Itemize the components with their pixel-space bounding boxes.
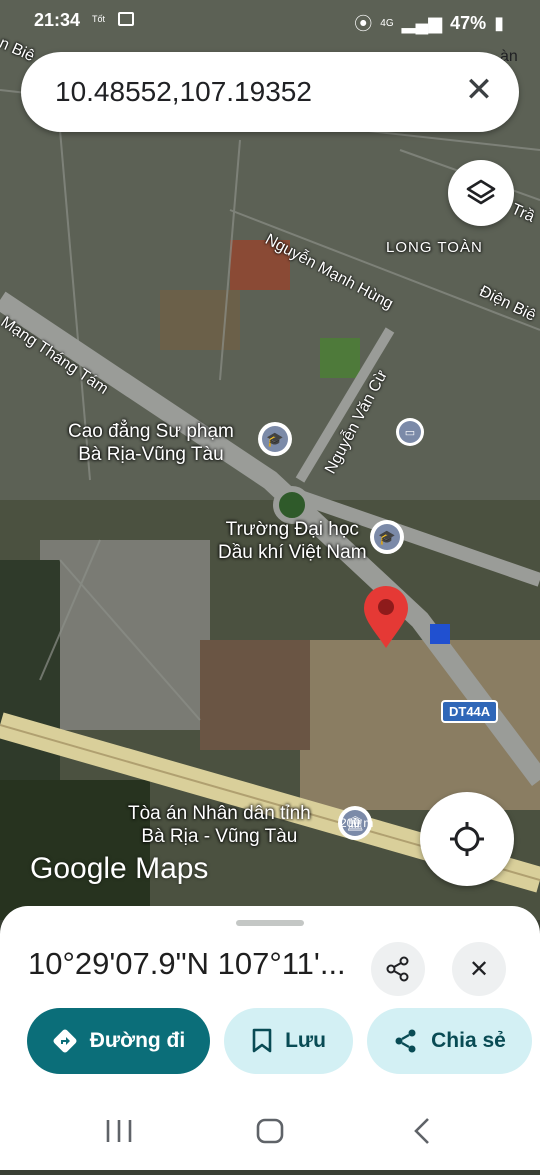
directions-button[interactable]: Đường đi: [27, 1008, 210, 1074]
highway-shield: DT44A: [441, 700, 499, 723]
bus-icon[interactable]: ▭: [396, 418, 424, 446]
close-icon: ✕: [468, 955, 490, 983]
district-label: LONG TOÀN: [386, 239, 483, 256]
my-location-icon: [450, 822, 484, 856]
save-label: Lưu: [285, 1029, 326, 1052]
battery-icon: ▮: [494, 12, 504, 33]
search-query[interactable]: 10.48552,107.19352: [55, 76, 312, 108]
gallery-icon: [118, 12, 134, 26]
search-bar[interactable]: 10.48552,107.19352 ✕: [21, 52, 519, 132]
share-icon: [395, 1029, 416, 1053]
university-label[interactable]: Trường Đại học Dầu khí Việt Nam: [218, 518, 367, 564]
school-icon[interactable]: 🎓: [370, 520, 404, 554]
close-sheet-button[interactable]: ✕: [452, 942, 506, 996]
network-type: 4G: [380, 17, 394, 29]
layers-icon: [466, 179, 496, 205]
directions-label: Đường đi: [89, 1029, 186, 1052]
bookmark-icon: [252, 1028, 272, 1053]
share-button[interactable]: Chia sẻ: [367, 1008, 532, 1074]
system-nav-bar: [0, 1090, 540, 1170]
my-location-button[interactable]: [420, 792, 514, 886]
close-icon[interactable]: ✕: [461, 70, 497, 110]
share-icon: [386, 956, 409, 982]
recent-apps-icon[interactable]: [106, 1120, 132, 1142]
save-button[interactable]: Lưu: [224, 1008, 353, 1074]
layers-button[interactable]: [448, 160, 514, 226]
status-time: 21:34: [34, 10, 81, 30]
google-maps-logo: Google Maps: [30, 852, 209, 885]
battery-level: 47%: [450, 12, 487, 33]
back-icon[interactable]: [414, 1118, 429, 1144]
share-small-button[interactable]: [371, 942, 425, 996]
home-icon[interactable]: [256, 1118, 284, 1144]
drag-handle[interactable]: [236, 920, 304, 926]
school-icon[interactable]: 🎓: [258, 422, 292, 456]
map-view[interactable]: Cao đẳng Sư phạm Bà Rịa-Vũng Tàu 🎓 Trường…: [0, 0, 540, 920]
status-carrier: Tốt: [92, 14, 106, 24]
coordinates-title: 10°29'07.9"N 107°11'...: [28, 946, 346, 981]
location-icon: ⦿: [354, 14, 373, 34]
signal-icon: ▂▄▆: [401, 12, 443, 33]
directions-icon: [53, 1029, 77, 1053]
college-label[interactable]: Cao đẳng Sư phạm Bà Rịa-Vũng Tàu: [68, 420, 234, 466]
share-label: Chia sẻ: [431, 1029, 506, 1052]
status-bar: 21:34 Tốt ⦿ 4G ▂▄▆ 47% ▮: [0, 0, 540, 40]
scale-bar: 200 m: [340, 816, 374, 830]
court-label[interactable]: Tòa án Nhân dân tỉnh Bà Rịa - Vũng Tàu: [128, 802, 311, 848]
